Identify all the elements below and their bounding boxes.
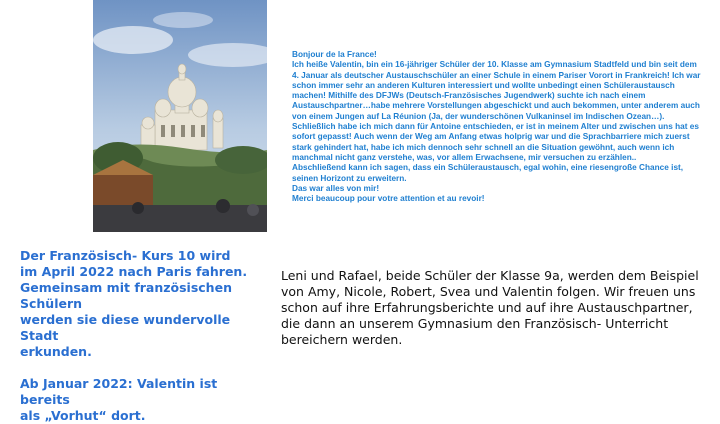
trip-announcement: Der Französisch- Kurs 10 wird im April 2… — [20, 248, 248, 359]
letter-greeting: Bonjour de la France! — [292, 50, 377, 59]
letter-conclusion: Abschließend kann ich sagen, dass ein Sc… — [292, 163, 684, 183]
followers-paragraph: Leni und Rafael, beide Schüler der Klass… — [281, 268, 699, 347]
letter-farewell: Merci beaucoup pour votre attention et a… — [292, 194, 485, 204]
letter-closing: Das war alles von mir! — [292, 183, 380, 193]
letter-body: Ich heiße Valentin, bin ein 16-jähriger … — [292, 60, 701, 162]
sacre-coeur-photo — [93, 0, 267, 232]
paris-trip-note: Der Französisch- Kurs 10 wird im April 2… — [20, 248, 270, 424]
exchange-letter: Bonjour de la France! Ich heiße Valentin… — [292, 50, 704, 204]
vanguard-note: Ab Januar 2022: Valentin ist bereits als… — [20, 376, 218, 423]
